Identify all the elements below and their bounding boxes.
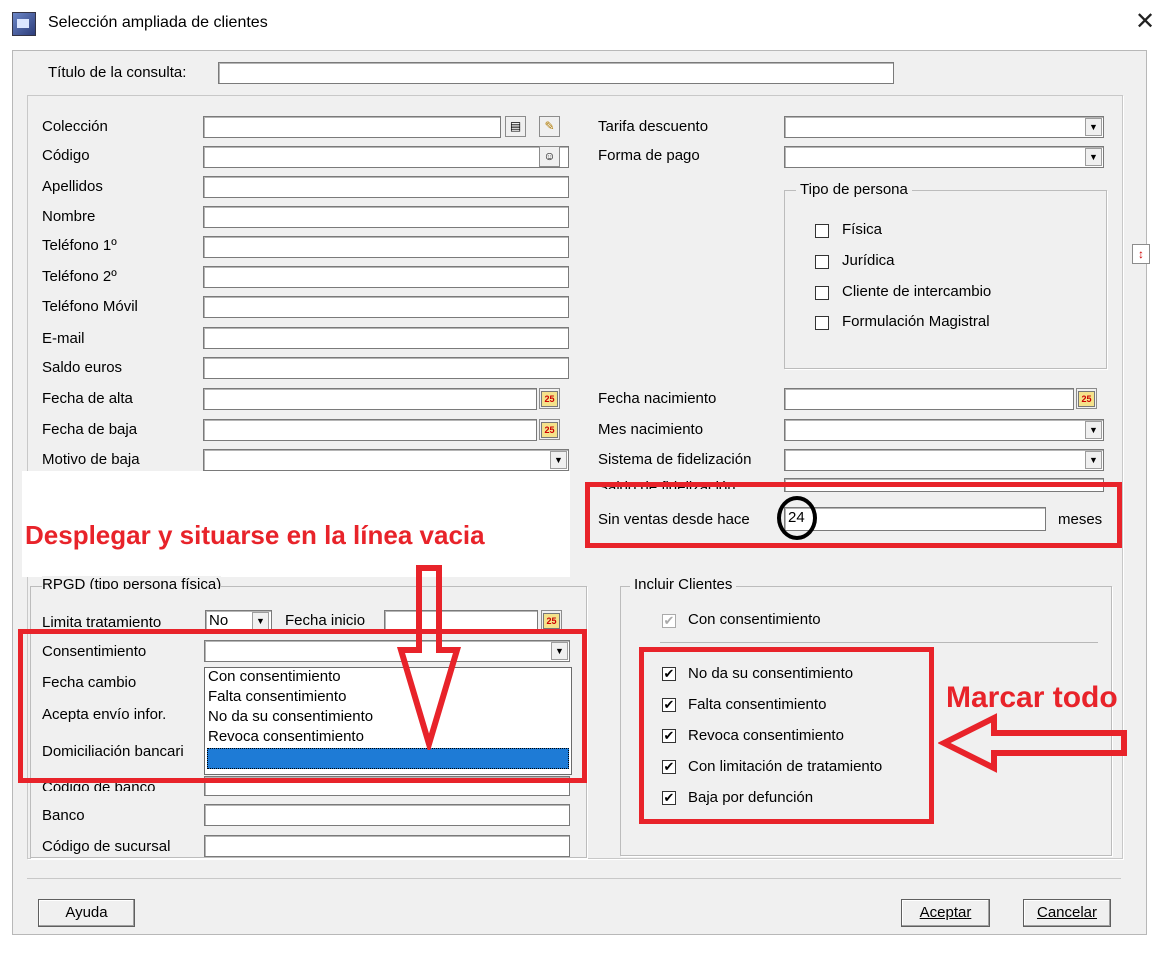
rgpd-title: RPGD (tipo persona física) [42,576,222,589]
label-con-consentimiento: Con consentimiento [688,611,821,628]
chevron-down-icon[interactable]: ▼ [1085,148,1102,166]
separator [660,642,1098,643]
nombre-input[interactable] [203,206,569,228]
calendar-icon[interactable]: 25 [539,388,560,409]
sistema-fidelizacion-select[interactable]: ▼ [784,449,1104,471]
label-motivo-baja: Motivo de baja [42,451,140,468]
banco-input[interactable] [204,804,570,826]
query-title-input[interactable] [218,62,894,84]
label-codigo: Código [42,147,90,164]
calendar-icon[interactable]: 25 [1076,388,1097,409]
calendar-icon-face: 25 [543,613,560,629]
label-fecha-alta: Fecha de alta [42,390,133,407]
help-button[interactable]: Ayuda [38,899,135,927]
window-title: Selección ampliada de clientes [48,14,268,31]
collection-browse-icon[interactable]: ▤ [505,116,526,137]
include-clients-title: Incluir Clientes [630,576,737,593]
collection-edit-icon[interactable]: ✎ [539,116,560,137]
label-forma-pago: Forma de pago [598,147,700,164]
email-input[interactable] [203,327,569,349]
coleccion-input[interactable] [203,116,501,138]
label-email: E-mail [42,330,85,347]
label-saldo-euros: Saldo euros [42,359,123,376]
label-telefono2: Teléfono 2º [42,268,117,285]
telefono-movil-input[interactable] [203,296,569,318]
chevron-down-icon[interactable]: ▼ [1085,451,1102,469]
highlight-box-sin-ventas [585,482,1122,548]
forma-pago-select[interactable]: ▼ [784,146,1104,168]
fecha-alta-input[interactable] [203,388,537,410]
label-mes-nacimiento: Mes nacimiento [598,421,704,438]
label-sucursal: Código de sucursal [42,838,171,855]
label-banco: Banco [42,807,85,824]
bottom-separator [27,878,1121,879]
label-coleccion: Colección [42,118,108,135]
highlight-box-consentimiento [18,629,587,783]
checkbox-con-consentimiento[interactable]: ✔ [662,614,676,628]
saldo-euros-input[interactable] [203,357,569,379]
calendar-icon-face: 25 [541,422,558,438]
highlight-box-checkboxes [639,647,934,824]
app-icon [12,12,36,36]
label-intercambio: Cliente de intercambio [842,283,992,300]
person-type-group [784,190,1107,369]
sucursal-input[interactable] [204,835,570,857]
telefono2-input[interactable] [203,266,569,288]
chevron-down-icon[interactable]: ▼ [1085,421,1102,439]
calendar-icon-face: 25 [541,391,558,407]
annotation-dropdown-note: Desplegar y situarse en la línea vacia [25,520,485,550]
cancel-button[interactable]: Cancelar [1023,899,1111,927]
person-search-icon[interactable]: ☺ [539,146,560,167]
apellidos-input[interactable] [203,176,569,198]
motivo-baja-select[interactable]: ▼ [203,449,569,471]
calendar-icon[interactable]: 25 [541,610,562,631]
telefono1-input[interactable] [203,236,569,258]
calendar-icon[interactable]: 25 [539,419,560,440]
checkbox-intercambio[interactable] [815,286,829,300]
label-fecha-inicio: Fecha inicio [285,612,366,629]
query-title-label: Título de la consulta: [48,64,187,81]
tarifa-descuento-select[interactable]: ▼ [784,116,1104,138]
calendar-icon-face: 25 [1078,391,1095,407]
label-tarifa-descuento: Tarifa descuento [598,118,709,135]
label-telefono1: Teléfono 1º [42,237,117,254]
label-nombre: Nombre [42,208,96,225]
chevron-down-icon[interactable]: ▼ [252,612,269,630]
label-fecha-nacimiento: Fecha nacimiento [598,390,717,407]
close-icon[interactable]: ✕ [1135,10,1155,34]
label-telefono-movil: Teléfono Móvil [42,298,138,315]
codigo-input[interactable] [203,146,569,168]
fecha-baja-input[interactable] [203,419,537,441]
label-juridica: Jurídica [842,252,895,269]
checkbox-formulacion[interactable] [815,316,829,330]
checkbox-juridica[interactable] [815,255,829,269]
label-apellidos: Apellidos [42,178,103,195]
chevron-down-icon[interactable]: ▼ [1085,118,1102,136]
label-formulacion: Formulación Magistral [842,313,990,330]
annotation-left-arrow [938,713,1127,773]
fecha-nacimiento-input[interactable] [784,388,1074,410]
annotation-check-note: Marcar todo [946,681,1118,714]
label-fisica: Física [842,221,883,238]
person-type-title: Tipo de persona [796,181,912,198]
label-sistema-fidelizacion: Sistema de fidelización [598,451,752,468]
accept-button[interactable]: Aceptar [901,899,990,927]
resize-icon[interactable]: ↕ [1132,244,1150,264]
chevron-down-icon[interactable]: ▼ [550,451,567,469]
annotation-down-arrow [396,565,462,750]
checkbox-fisica[interactable] [815,224,829,238]
label-fecha-baja: Fecha de baja [42,421,138,438]
mes-nacimiento-select[interactable]: ▼ [784,419,1104,441]
